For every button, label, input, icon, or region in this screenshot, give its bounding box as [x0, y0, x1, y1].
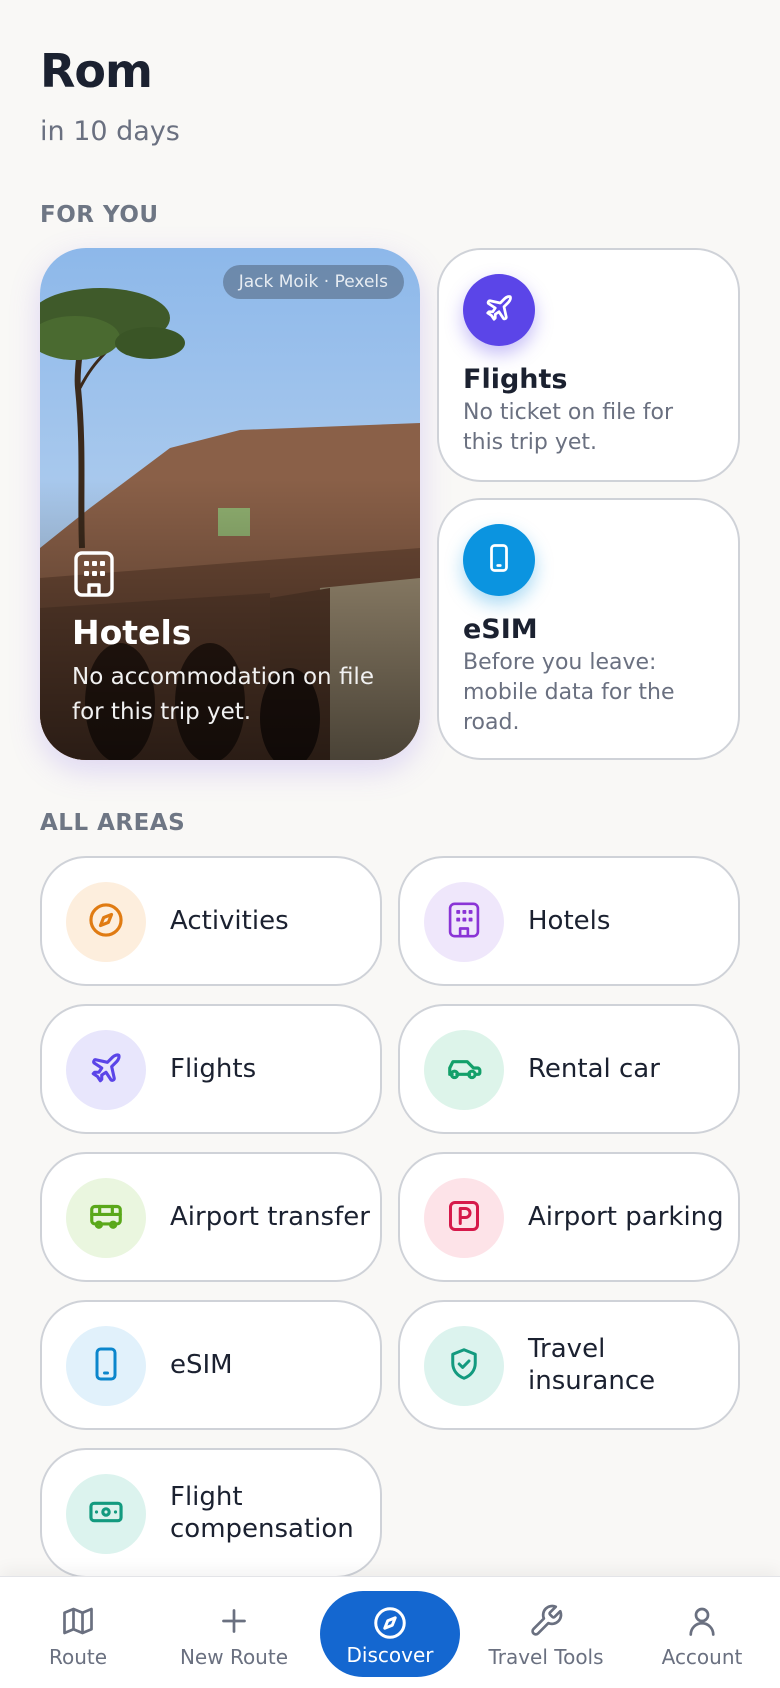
nav-new-route-label: New Route [179, 1645, 289, 1669]
esim-card-title: eSIM [463, 614, 538, 645]
area-icon-circle [66, 1030, 146, 1110]
area-icon-circle [424, 1326, 504, 1406]
area-label-airport-parking: Airport parking [528, 1202, 724, 1232]
hotels-hero-card[interactable]: Jack Moik · Pexels Hotels No accommodati… [40, 248, 420, 760]
area-icon-circle [424, 1178, 504, 1258]
esim-icon-circle [463, 524, 535, 596]
plus-icon [156, 1603, 312, 1639]
section-label-for-you: FOR YOU [40, 202, 159, 228]
bottom-navigation: Route New Route Discover Travel Tools Ac… [0, 1576, 780, 1688]
nav-discover-content: Discover [320, 1591, 460, 1677]
nav-new-route[interactable]: New Route [156, 1577, 312, 1688]
hero-title: Hotels [72, 613, 192, 652]
area-icon-circle [66, 1474, 146, 1554]
flights-card-title: Flights [463, 364, 568, 395]
parking-icon [446, 1198, 482, 1238]
area-tile-activities[interactable]: Activities [40, 856, 382, 986]
flights-card-description: No ticket on file for this trip yet. [463, 400, 673, 455]
area-icon-circle [424, 882, 504, 962]
area-tile-flights[interactable]: Flights [40, 1004, 382, 1134]
hotel-icon [72, 550, 116, 602]
compass-icon [87, 901, 125, 943]
plane-icon [484, 293, 514, 327]
area-tile-travel-insurance[interactable]: Travel insurance [398, 1300, 740, 1430]
area-label-rental-car: Rental car [528, 1054, 660, 1084]
area-label-hotels: Hotels [528, 906, 611, 936]
area-label-flights: Flights [170, 1054, 257, 1084]
nav-account[interactable]: Account [624, 1577, 780, 1688]
area-label-activities: Activities [170, 906, 289, 936]
nav-account-label: Account [661, 1645, 743, 1669]
esim-card-description: Before you leave: mobile data for the ro… [463, 650, 675, 735]
area-icon-circle [424, 1030, 504, 1110]
page-title: Rom [40, 44, 153, 98]
photo-credit: Jack Moik · Pexels [222, 265, 404, 299]
flights-icon-circle [463, 274, 535, 346]
plane-icon [89, 1051, 123, 1089]
nav-discover-label: Discover [346, 1643, 434, 1667]
nav-route[interactable]: Route [0, 1577, 156, 1688]
area-tile-rental-car[interactable]: Rental car [398, 1004, 740, 1134]
flights-card[interactable]: Flights No ticket on file for this trip … [437, 248, 740, 482]
page-subtitle: in 10 days [40, 116, 180, 147]
bus-icon [87, 1197, 125, 1239]
area-label-esim: eSIM [170, 1350, 233, 1380]
map-icon [0, 1603, 156, 1639]
nav-travel-tools[interactable]: Travel Tools [468, 1577, 624, 1688]
area-tile-flight-compensation[interactable]: Flight compensation [40, 1448, 382, 1578]
user-icon [624, 1603, 780, 1639]
area-tile-esim[interactable]: eSIM [40, 1300, 382, 1430]
area-icon-circle [66, 1326, 146, 1406]
hero-description: No accommodation on file for this trip y… [72, 664, 374, 725]
area-label-travel-insurance: Travel insurance [528, 1334, 656, 1396]
car-icon [445, 1049, 483, 1091]
area-label-airport-transfer: Airport transfer [170, 1202, 370, 1232]
section-label-all-areas: ALL AREAS [40, 810, 186, 836]
area-icon-circle [66, 882, 146, 962]
nav-route-label: Route [48, 1645, 108, 1669]
area-tile-airport-parking[interactable]: Airport parking [398, 1152, 740, 1282]
area-icon-circle [66, 1178, 146, 1258]
compass-icon [320, 1605, 460, 1641]
esim-card[interactable]: eSIM Before you leave: mobile data for t… [437, 498, 740, 760]
hotel-icon [447, 901, 481, 943]
money-icon [87, 1493, 125, 1535]
shield-icon [446, 1346, 482, 1386]
phone-icon [88, 1346, 124, 1386]
area-label-flight-compensation: Flight compensation [170, 1482, 354, 1544]
area-tile-hotels[interactable]: Hotels [398, 856, 740, 986]
nav-travel-tools-label: Travel Tools [488, 1645, 604, 1669]
phone-icon [484, 543, 514, 577]
nav-discover[interactable]: Discover [320, 1591, 460, 1677]
area-tile-airport-transfer[interactable]: Airport transfer [40, 1152, 382, 1282]
wrench-icon [468, 1603, 624, 1639]
